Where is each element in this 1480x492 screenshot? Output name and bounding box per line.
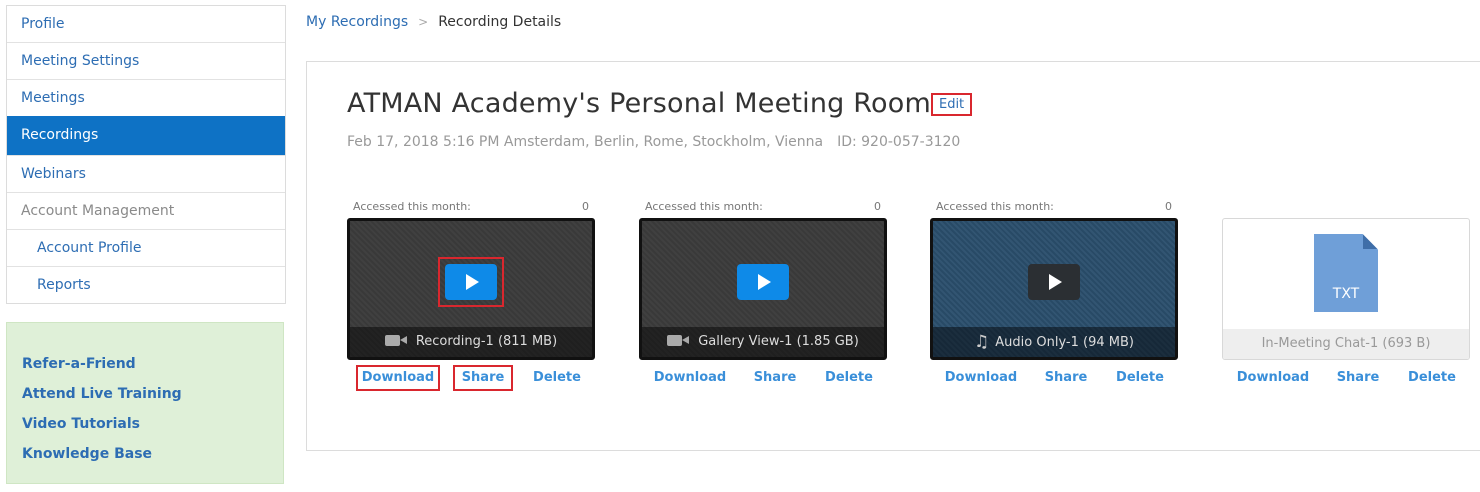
breadcrumb-separator: > bbox=[418, 15, 429, 29]
access-stats: Accessed this month: 0 bbox=[930, 200, 1178, 218]
delete-button[interactable]: Delete bbox=[1402, 365, 1462, 391]
download-button[interactable]: Download bbox=[356, 365, 440, 391]
text-file-icon: TXT bbox=[1314, 234, 1378, 312]
recording-name: Recording-1 (811 MB) bbox=[415, 334, 558, 349]
breadcrumb-my-recordings[interactable]: My Recordings bbox=[306, 14, 408, 30]
breadcrumb: My Recordings > Recording Details bbox=[306, 14, 561, 30]
sidebar-item-recordings[interactable]: Recordings bbox=[7, 116, 285, 155]
recording-thumbnail[interactable]: Recording-1 (811 MB) bbox=[347, 218, 595, 360]
breadcrumb-current: Recording Details bbox=[438, 14, 562, 30]
recording-caption: Gallery View-1 (1.85 GB) bbox=[642, 327, 884, 357]
accessed-count: 0 bbox=[874, 200, 881, 213]
download-button[interactable]: Download bbox=[648, 365, 732, 391]
recording-name: Audio Only-1 (94 MB) bbox=[995, 335, 1134, 350]
accessed-count: 0 bbox=[582, 200, 589, 213]
recording-thumbnail[interactable]: ♫ Audio Only-1 (94 MB) bbox=[930, 218, 1178, 360]
sidebar-item-reports[interactable]: Reports bbox=[7, 266, 285, 303]
delete-button[interactable]: Delete bbox=[527, 365, 587, 391]
access-stats: Accessed this month: 0 bbox=[347, 200, 595, 218]
music-note-icon: ♫ bbox=[974, 332, 990, 352]
play-icon[interactable] bbox=[737, 264, 789, 300]
sidebar-item-meeting-settings[interactable]: Meeting Settings bbox=[7, 42, 285, 79]
edit-title-link[interactable]: Edit bbox=[930, 93, 973, 116]
share-button[interactable]: Share bbox=[1036, 365, 1096, 391]
play-icon[interactable] bbox=[445, 264, 497, 300]
accessed-label: Accessed this month: bbox=[645, 200, 763, 213]
share-button[interactable]: Share bbox=[1328, 365, 1388, 391]
sidebar-item-profile[interactable]: Profile bbox=[7, 6, 285, 42]
recording-card: Accessed this month: 0 ♫ Audio Only-1 (94… bbox=[930, 200, 1178, 393]
chat-file-card: TXT In-Meeting Chat-1 (693 B) Download S… bbox=[1222, 200, 1470, 393]
page-title: ATMAN Academy's Personal Meeting Room bbox=[347, 88, 931, 119]
accessed-label: Accessed this month: bbox=[936, 200, 1054, 213]
access-stats: Accessed this month: 0 bbox=[639, 200, 887, 218]
download-button[interactable]: Download bbox=[939, 365, 1023, 391]
chat-file-thumbnail[interactable]: TXT In-Meeting Chat-1 (693 B) bbox=[1222, 218, 1470, 360]
download-button[interactable]: Download bbox=[1231, 365, 1315, 391]
play-icon[interactable] bbox=[1028, 264, 1080, 300]
chat-file-actions: Download Share Delete bbox=[1222, 363, 1470, 393]
share-button[interactable]: Share bbox=[745, 365, 805, 391]
attend-live-training-link[interactable]: Attend Live Training bbox=[22, 379, 283, 409]
share-button[interactable]: Share bbox=[453, 365, 513, 391]
recording-card: Accessed this month: 0 Gallery View-1 (1… bbox=[639, 200, 887, 393]
accessed-count: 0 bbox=[1165, 200, 1172, 213]
sidebar-item-account-profile[interactable]: Account Profile bbox=[7, 229, 285, 266]
recording-card: Accessed this month: 0 Recording-1 (811 … bbox=[347, 200, 595, 393]
recording-actions: Download Share Delete bbox=[930, 363, 1178, 393]
help-links-panel: Refer-a-Friend Attend Live Training Vide… bbox=[6, 322, 284, 484]
sidebar-section-account-management: Account Management bbox=[7, 192, 285, 229]
recording-name: Gallery View-1 (1.85 GB) bbox=[698, 334, 859, 349]
recording-actions: Download Share Delete bbox=[347, 363, 595, 393]
video-camera-icon bbox=[384, 335, 407, 346]
meeting-datetime: Feb 17, 2018 5:16 PM Amsterdam, Berlin, … bbox=[347, 134, 824, 150]
access-stats-empty bbox=[1222, 200, 1470, 218]
recording-actions: Download Share Delete bbox=[639, 363, 887, 393]
recording-details-panel: ATMAN Academy's Personal Meeting Room Edi… bbox=[306, 61, 1480, 451]
knowledge-base-link[interactable]: Knowledge Base bbox=[22, 439, 283, 469]
chat-file-caption: In-Meeting Chat-1 (693 B) bbox=[1223, 329, 1469, 359]
delete-button[interactable]: Delete bbox=[819, 365, 879, 391]
recording-caption: ♫ Audio Only-1 (94 MB) bbox=[933, 327, 1175, 357]
recording-thumbnail[interactable]: Gallery View-1 (1.85 GB) bbox=[639, 218, 887, 360]
recording-caption: Recording-1 (811 MB) bbox=[350, 327, 592, 357]
sidebar-nav: Profile Meeting Settings Meetings Record… bbox=[6, 5, 286, 304]
delete-button[interactable]: Delete bbox=[1110, 365, 1170, 391]
meeting-id: ID: 920-057-3120 bbox=[837, 134, 961, 150]
accessed-label: Accessed this month: bbox=[353, 200, 471, 213]
sidebar-item-webinars[interactable]: Webinars bbox=[7, 155, 285, 192]
video-camera-icon bbox=[667, 335, 690, 346]
sidebar-item-meetings[interactable]: Meetings bbox=[7, 79, 285, 116]
file-extension-label: TXT bbox=[1332, 286, 1360, 302]
video-tutorials-link[interactable]: Video Tutorials bbox=[22, 409, 283, 439]
refer-a-friend-link[interactable]: Refer-a-Friend bbox=[22, 349, 283, 379]
title-row: ATMAN Academy's Personal Meeting Room Edi… bbox=[347, 88, 973, 119]
meeting-meta: Feb 17, 2018 5:16 PM Amsterdam, Berlin, … bbox=[347, 134, 960, 150]
